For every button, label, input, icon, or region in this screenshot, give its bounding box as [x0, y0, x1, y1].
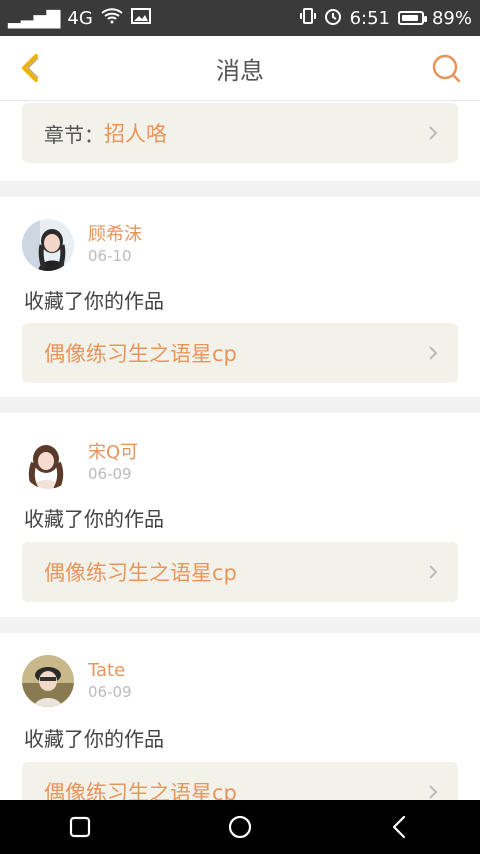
chapter-title: 招人咯: [104, 122, 167, 146]
home-icon[interactable]: [226, 813, 254, 841]
message-date: 06-09: [88, 683, 132, 701]
avatar[interactable]: [22, 437, 74, 489]
user-name[interactable]: 顾希沫: [88, 224, 142, 246]
avatar[interactable]: [22, 219, 74, 271]
chapter-row[interactable]: 章节： 招人咯: [22, 103, 458, 163]
message-date: 06-10: [88, 247, 132, 265]
work-row[interactable]: 偶像练习生之语星cp: [22, 762, 458, 800]
alarm-icon: [324, 7, 342, 30]
work-title: 偶像练习生之语星cp: [44, 342, 237, 366]
header-bar: 消息: [0, 36, 480, 101]
message-card: 顾希沫 06-10 收藏了你的作品 偶像练习生之语星cp: [0, 197, 480, 397]
chevron-right-icon: [429, 126, 438, 140]
chevron-right-icon: [429, 346, 438, 360]
back-nav-icon[interactable]: [386, 813, 414, 841]
user-name[interactable]: 宋Q可: [88, 442, 138, 464]
battery-label: 89%: [431, 7, 472, 29]
status-right: 6:51 89%: [299, 7, 472, 30]
time-label: 6:51: [349, 7, 390, 29]
user-name[interactable]: Tate: [88, 660, 132, 682]
work-title: 偶像练习生之语星cp: [44, 561, 237, 585]
work-row[interactable]: 偶像练习生之语星cp: [22, 323, 458, 383]
chevron-right-icon: [429, 565, 438, 579]
status-bar: ▂▃▅▇ 4G 6:51 89%: [0, 0, 480, 36]
message-action: 收藏了你的作品: [24, 289, 164, 313]
vibrate-icon: [299, 7, 316, 30]
status-left: ▂▃▅▇ 4G: [8, 7, 151, 29]
message-card: Tate 06-09 收藏了你的作品 偶像练习生之语星cp: [0, 633, 480, 800]
recent-apps-icon[interactable]: [66, 813, 94, 841]
search-icon[interactable]: [430, 52, 462, 84]
network-label: 4G: [67, 7, 93, 29]
message-action: 收藏了你的作品: [24, 507, 164, 531]
work-title: 偶像练习生之语星cp: [44, 781, 237, 800]
chevron-right-icon: [429, 785, 438, 799]
message-date: 06-09: [88, 465, 132, 483]
system-nav-bar: [0, 800, 480, 854]
work-row[interactable]: 偶像练习生之语星cp: [22, 542, 458, 602]
message-list[interactable]: 章节： 招人咯 顾希沫 06-10 收藏了你的作品 偶像练习生之语星cp 宋Q可…: [0, 101, 480, 800]
wifi-icon: [101, 7, 123, 29]
gallery-icon: [130, 7, 151, 29]
avatar[interactable]: [22, 655, 74, 707]
message-user[interactable]: 顾希沫 06-10: [22, 219, 142, 271]
message-card: 宋Q可 06-09 收藏了你的作品 偶像练习生之语星cp: [0, 413, 480, 617]
chapter-prefix: 章节：: [44, 122, 104, 147]
page-title: 消息: [216, 56, 264, 85]
battery-icon: [397, 11, 427, 25]
back-icon[interactable]: [16, 52, 48, 84]
message-user[interactable]: Tate 06-09: [22, 655, 132, 707]
card-chapter: 章节： 招人咯: [0, 101, 480, 181]
message-action: 收藏了你的作品: [24, 727, 164, 751]
message-user[interactable]: 宋Q可 06-09: [22, 437, 138, 489]
signal-icon: ▂▃▅▇: [8, 7, 60, 29]
